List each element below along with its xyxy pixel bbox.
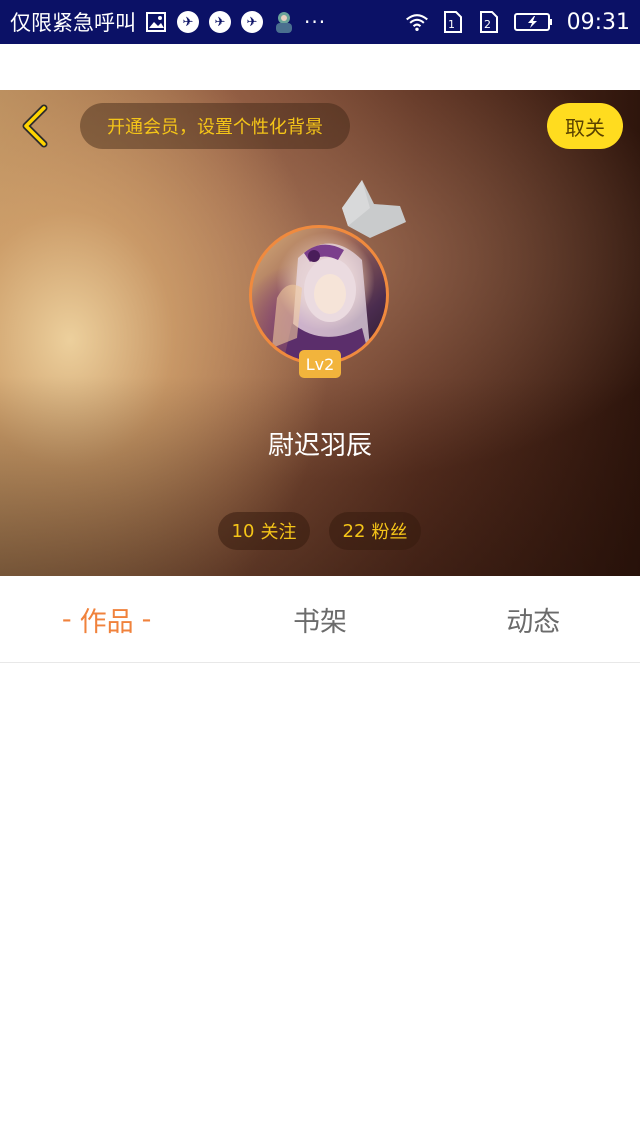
profile-tabs: - 作品 - 书架 动态 [0, 576, 640, 663]
app-notification-icon: ✈ [176, 10, 200, 34]
tab-bookshelf[interactable]: 书架 [213, 576, 426, 662]
tab-content [0, 663, 640, 1138]
svg-text:2: 2 [484, 18, 491, 31]
image-icon [144, 10, 168, 34]
tab-label: 作品 [79, 606, 134, 638]
status-right: 1 2 09:31 [405, 10, 630, 35]
tab-active-dash-right: - [141, 603, 152, 635]
back-button[interactable] [16, 104, 56, 148]
svg-text:1: 1 [448, 18, 455, 31]
tab-activity[interactable]: 动态 [427, 576, 640, 662]
status-bar: 仅限紧急呼叫 ✈ ✈ ✈ ··· 1 2 09:31 [0, 0, 640, 44]
tab-label: 动态 [506, 606, 561, 638]
fans-count: 22 [342, 520, 366, 542]
vip-promo-button[interactable]: 开通会员，设置个性化背景 [80, 103, 350, 149]
status-left: 仅限紧急呼叫 ✈ ✈ ✈ ··· [10, 7, 405, 37]
following-count: 10 [231, 520, 255, 542]
more-dots-icon: ··· [304, 10, 327, 34]
header-spacer [0, 44, 640, 90]
crown-icon [342, 180, 406, 238]
avatar-notification-icon [272, 10, 296, 34]
app-notification-icon: ✈ [240, 10, 264, 34]
carrier-text: 仅限紧急呼叫 [10, 11, 136, 35]
level-badge: Lv2 [299, 350, 341, 378]
fans-label: 粉丝 [371, 522, 408, 543]
tab-label: 书架 [292, 606, 347, 638]
avatar[interactable] [249, 225, 389, 365]
avatar-image [272, 243, 371, 362]
following-count-button[interactable]: 10 关注 [218, 512, 310, 550]
unfollow-button[interactable]: 取关 [547, 103, 623, 149]
wifi-icon [405, 10, 429, 34]
profile-header: 开通会员，设置个性化背景 取关 Lv2 尉迟羽辰 10 关注 22 粉丝 [0, 90, 640, 576]
clock: 09:31 [566, 9, 630, 35]
fans-count-button[interactable]: 22 粉丝 [329, 512, 421, 550]
tab-works[interactable]: - 作品 - [0, 576, 213, 662]
app-notification-icon: ✈ [208, 10, 232, 34]
sim2-icon: 2 [477, 10, 501, 34]
chevron-left-icon [22, 104, 48, 148]
tab-active-dash-left: - [61, 603, 72, 635]
following-label: 关注 [260, 522, 297, 543]
username: 尉迟羽辰 [267, 431, 372, 461]
sim1-icon: 1 [441, 10, 465, 34]
battery-charging-icon [513, 10, 555, 34]
